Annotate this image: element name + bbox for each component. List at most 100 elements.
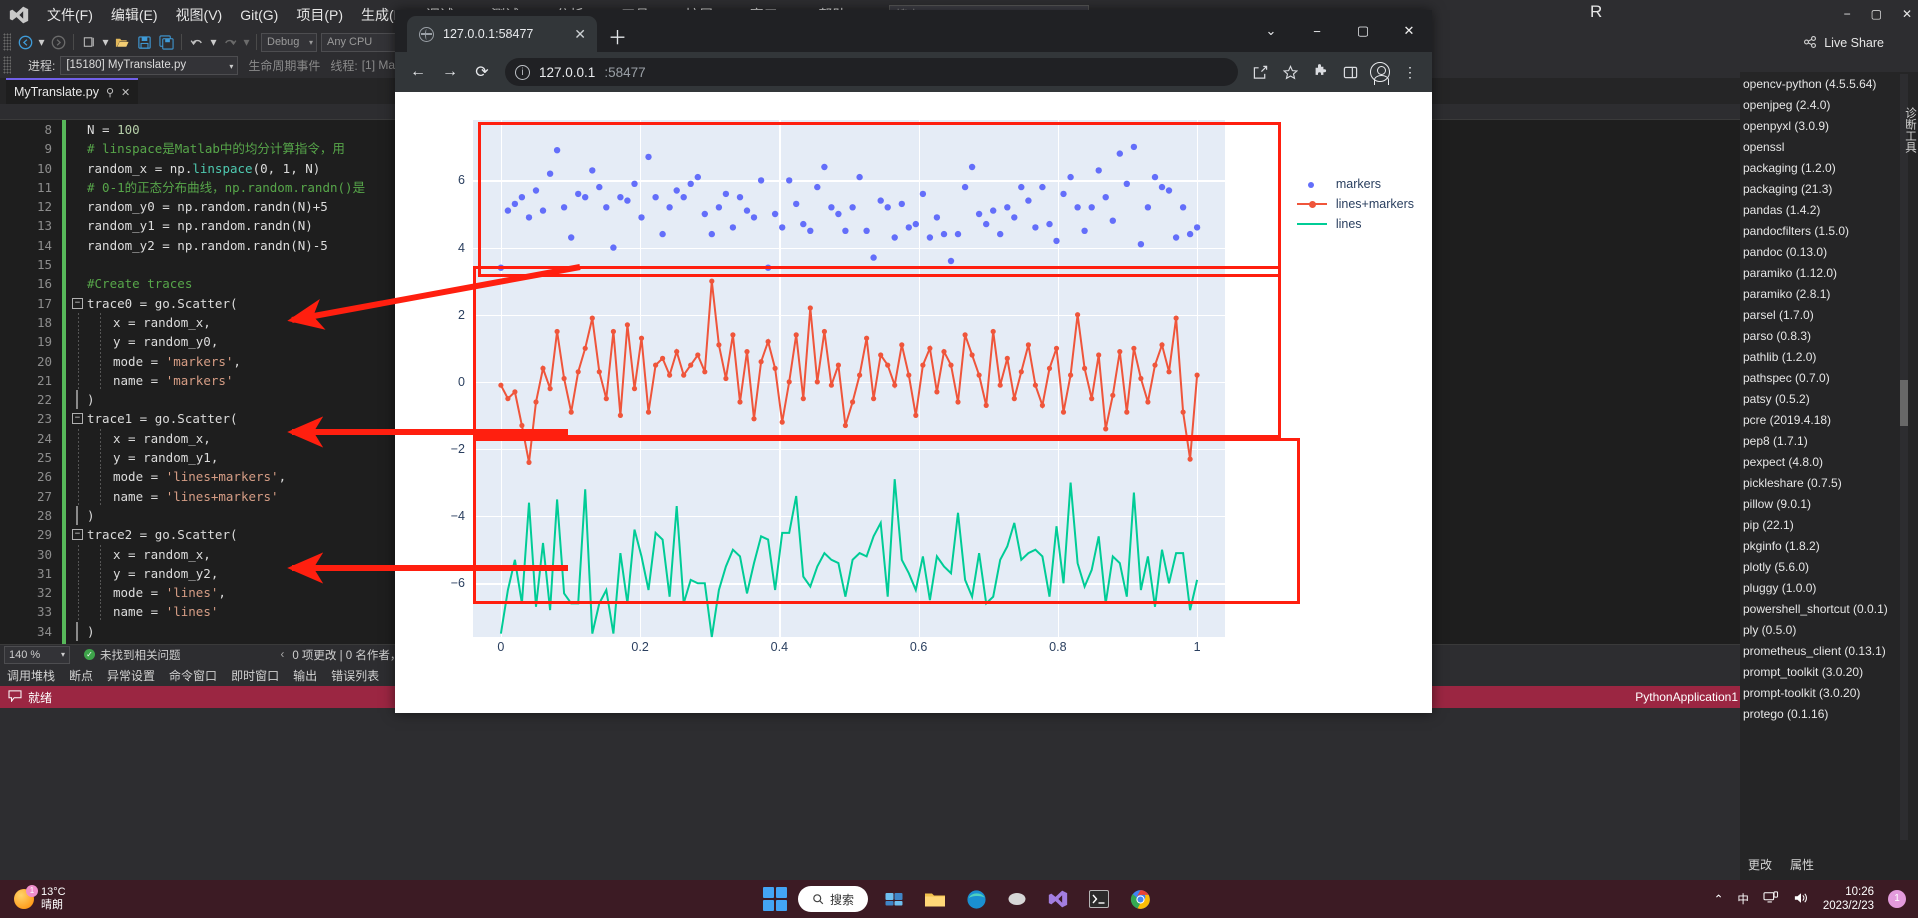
package-list-item[interactable]: openssl <box>1740 137 1910 158</box>
package-list-item[interactable]: ply (0.5.0) <box>1740 620 1910 641</box>
package-list-item[interactable]: pathspec (0.7.0) <box>1740 368 1910 389</box>
package-list-item[interactable]: parsel (1.7.0) <box>1740 305 1910 326</box>
live-share-row[interactable]: Live Share <box>1582 30 1918 56</box>
taskbar-search-box[interactable]: 搜索 <box>797 886 869 912</box>
tab-output[interactable]: 输出 <box>286 667 324 684</box>
package-list-item[interactable]: packaging (21.3) <box>1740 179 1910 200</box>
package-list-item[interactable]: pathlib (1.2.0) <box>1740 347 1910 368</box>
weather-widget[interactable]: 1 13°C 晴朗 <box>14 885 66 912</box>
package-list-item[interactable]: prompt-toolkit (3.0.20) <box>1740 683 1910 704</box>
debug-toolbar-grip[interactable] <box>3 56 11 74</box>
extensions-puzzle-icon[interactable] <box>1306 58 1334 86</box>
tab-error-list[interactable]: 错误列表 <box>324 667 386 684</box>
menu-edit[interactable]: 编辑(E) <box>102 0 167 30</box>
package-list-item[interactable]: pandoc (0.13.0) <box>1740 242 1910 263</box>
navigate-back-icon[interactable] <box>14 32 36 52</box>
menu-git[interactable]: Git(G) <box>231 0 287 30</box>
zoom-level-select[interactable]: 140 % <box>4 645 70 664</box>
chrome-taskbar-icon[interactable] <box>1125 884 1155 914</box>
start-button-icon[interactable] <box>762 887 787 911</box>
process-select[interactable]: [15180] MyTranslate.py <box>60 55 239 75</box>
package-list-item[interactable]: pcre (2019.4.18) <box>1740 410 1910 431</box>
tab-exception-settings[interactable]: 异常设置 <box>100 667 162 684</box>
package-list-item[interactable]: pep8 (1.7.1) <box>1740 431 1910 452</box>
menu-view[interactable]: 视图(V) <box>167 0 232 30</box>
terminal-icon[interactable] <box>1084 884 1114 914</box>
share-icon[interactable] <box>1246 58 1274 86</box>
vs-close-button[interactable]: ✕ <box>1902 7 1912 21</box>
menu-file[interactable]: 文件(F) <box>38 0 102 30</box>
package-list-item[interactable]: pandas (1.4.2) <box>1740 200 1910 221</box>
tab-close-icon[interactable]: ✕ <box>569 26 591 43</box>
profile-avatar-icon[interactable] <box>1366 58 1394 86</box>
package-list-item[interactable]: openpyxl (3.0.9) <box>1740 116 1910 137</box>
tray-chevron-up-icon[interactable]: ⌃ <box>1714 892 1724 906</box>
close-icon[interactable]: ✕ <box>121 86 130 99</box>
taskbar-clock[interactable]: 10:26 2023/2/23 <box>1823 885 1874 913</box>
plotly-figure[interactable]: markers lines+markers lines 6 4 2 0 −2 −4 −6 0 0… <box>395 92 1432 713</box>
build-configuration-select[interactable]: Debug <box>261 32 317 52</box>
fold-toggle-icon[interactable]: − <box>72 297 83 309</box>
back-button[interactable]: ← <box>403 57 433 87</box>
lifecycle-events-select[interactable]: 生命周期事件 <box>248 57 320 74</box>
editor-tab-mytranslate[interactable]: MyTranslate.py ⚲ ✕ <box>6 78 139 104</box>
tab-breakpoints[interactable]: 断点 <box>62 667 100 684</box>
package-list-item[interactable]: pluggy (1.0.0) <box>1740 578 1910 599</box>
package-list-item[interactable]: pexpect (4.8.0) <box>1740 452 1910 473</box>
package-list[interactable]: opencv-python (4.5.5.64) openjpeg (2.4.0)… <box>1740 74 1910 840</box>
tab-immediate-window[interactable]: 即时窗口 <box>224 667 286 684</box>
package-list-scroll-thumb[interactable] <box>1900 380 1908 426</box>
undo-icon[interactable] <box>186 32 208 52</box>
package-list-item[interactable]: patsy (0.5.2) <box>1740 389 1910 410</box>
new-project-icon[interactable] <box>78 32 100 52</box>
vs-minimize-button[interactable]: − <box>1844 7 1851 21</box>
vs-maximize-button[interactable]: ▢ <box>1871 7 1882 21</box>
footer-changes-link[interactable]: 更改 <box>1748 856 1772 873</box>
package-list-item[interactable]: pip (22.1) <box>1740 515 1910 536</box>
edge-browser-icon[interactable] <box>961 884 991 914</box>
git-back-icon[interactable]: ‹ <box>281 649 285 661</box>
footer-properties-link[interactable]: 属性 <box>1790 856 1814 873</box>
browser-tab[interactable]: 127.0.0.1:58477 ✕ <box>407 16 597 52</box>
package-list-item[interactable]: packaging (1.2.0) <box>1740 158 1910 179</box>
package-list-item[interactable]: openjpeg (2.4.0) <box>1740 95 1910 116</box>
unknown-app-icon[interactable] <box>1002 884 1032 914</box>
chrome-search-tabs-button[interactable]: ⌄ <box>1248 10 1294 52</box>
tab-call-stack[interactable]: 调用堆栈 <box>0 667 62 684</box>
package-list-item[interactable]: pillow (9.0.1) <box>1740 494 1910 515</box>
package-list-item[interactable]: protego (0.1.16) <box>1740 704 1910 725</box>
chrome-close-button[interactable]: ✕ <box>1386 10 1432 52</box>
side-panel-icon[interactable] <box>1336 58 1364 86</box>
feedback-icon[interactable] <box>8 689 22 705</box>
package-list-item[interactable]: prometheus_client (0.13.1) <box>1740 641 1910 662</box>
task-view-icon[interactable] <box>879 884 909 914</box>
package-list-item[interactable]: plotly (5.6.0) <box>1740 557 1910 578</box>
site-info-icon[interactable]: i <box>515 64 530 80</box>
save-icon[interactable] <box>133 32 155 52</box>
package-list-scrollbar[interactable] <box>1900 74 1908 840</box>
pin-icon[interactable]: ⚲ <box>106 86 114 99</box>
menu-project[interactable]: 项目(P) <box>287 0 352 30</box>
reload-button[interactable]: ⟳ <box>467 57 497 87</box>
chrome-minimize-button[interactable]: − <box>1294 10 1340 52</box>
open-file-icon[interactable] <box>111 32 133 52</box>
package-list-item[interactable]: paramiko (2.8.1) <box>1740 284 1910 305</box>
navigate-back-dropdown-icon[interactable]: ▾ <box>36 32 47 52</box>
package-list-item[interactable]: pickleshare (0.7.5) <box>1740 473 1910 494</box>
notification-badge[interactable]: 1 <box>1888 890 1906 908</box>
network-icon[interactable] <box>1763 890 1779 908</box>
fold-toggle-icon[interactable]: − <box>72 413 83 425</box>
volume-icon[interactable] <box>1793 891 1809 908</box>
fold-toggle-icon[interactable]: − <box>72 529 83 541</box>
tab-command-window[interactable]: 命令窗口 <box>162 667 224 684</box>
package-list-item[interactable]: opencv-python (4.5.5.64) <box>1740 74 1910 95</box>
save-all-icon[interactable] <box>155 32 177 52</box>
visual-studio-taskbar-icon[interactable] <box>1043 884 1073 914</box>
package-list-item[interactable]: paramiko (1.12.0) <box>1740 263 1910 284</box>
package-list-item[interactable]: powershell_shortcut (0.0.1) <box>1740 599 1910 620</box>
forward-button[interactable]: → <box>435 57 465 87</box>
chrome-menu-icon[interactable]: ⋮ <box>1396 58 1424 86</box>
package-list-item[interactable]: pkginfo (1.8.2) <box>1740 536 1910 557</box>
chrome-maximize-button[interactable]: ▢ <box>1340 10 1386 52</box>
package-list-item[interactable]: prompt_toolkit (3.0.20) <box>1740 662 1910 683</box>
